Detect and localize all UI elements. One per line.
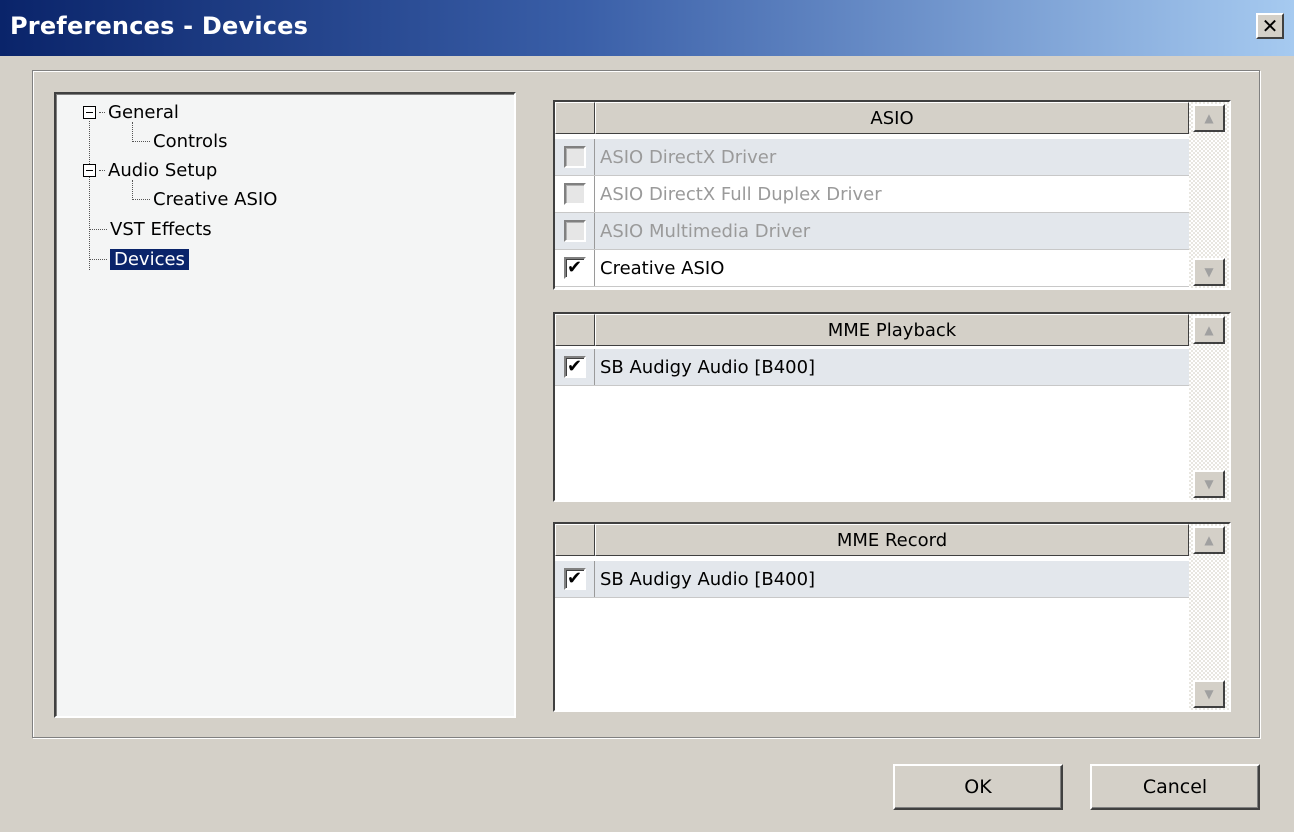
scroll-up-button[interactable]: ▲ [1193,526,1225,554]
tree-item-controls[interactable]: Controls [132,127,227,155]
device-label: ASIO DirectX Full Duplex Driver [600,183,882,205]
tree-item-label: VST Effects [110,218,212,240]
scroll-up-button[interactable]: ▲ [1193,316,1225,344]
list-row[interactable]: ✔ SB Audigy Audio [B400] [555,561,1189,598]
column-header-mme-playback[interactable]: MME Playback [595,314,1189,346]
checkmark-icon: ✔ [566,257,583,278]
list-row[interactable]: ASIO DirectX Driver [555,139,1189,176]
arrow-up-icon: ▲ [1204,111,1214,125]
arrow-down-icon: ▼ [1204,265,1214,279]
device-label: SB Audigy Audio [B400] [600,568,816,590]
list-row[interactable]: ✔ Creative ASIO [555,250,1189,287]
close-button[interactable]: ✕ [1256,13,1284,39]
close-icon: ✕ [1261,14,1279,38]
checkmark-icon: ✔ [566,356,583,377]
vertical-scrollbar[interactable]: ▲ ▼ [1189,524,1229,710]
mme-record-list: MME Record ✔ SB Audigy Audio [B400] ▲ ▼ [553,522,1231,712]
checkmark-icon: ✔ [566,568,583,589]
column-header-mme-record[interactable]: MME Record [595,524,1189,556]
mme-playback-list: MME Playback ✔ SB Audigy Audio [B400] ▲ … [553,312,1231,502]
arrow-down-icon: ▼ [1204,687,1214,701]
collapse-icon[interactable] [83,105,96,119]
scroll-down-button[interactable]: ▼ [1193,258,1225,286]
list-row[interactable]: ASIO Multimedia Driver [555,213,1189,250]
cancel-button[interactable]: Cancel [1090,764,1260,810]
device-checkbox[interactable]: ✔ [563,568,586,590]
tree-item-label: Creative ASIO [153,188,278,210]
device-checkbox[interactable]: ✔ [563,356,586,378]
scroll-down-button[interactable]: ▼ [1193,470,1225,498]
window-title: Preferences - Devices [10,12,309,40]
tree-item-label: Controls [153,130,228,152]
vertical-scrollbar[interactable]: ▲ ▼ [1189,314,1229,500]
device-checkbox[interactable] [563,146,586,168]
tree-item-audio-setup[interactable]: Audio Setup [83,156,217,184]
tree-item-label: General [108,101,179,123]
device-checkbox[interactable] [563,220,586,242]
preferences-tree: General Controls Audio Setup Creative AS… [54,92,516,718]
tree-item-devices[interactable]: Devices [89,245,189,273]
arrow-down-icon: ▼ [1204,477,1214,491]
tree-item-creative-asio[interactable]: Creative ASIO [132,185,277,213]
device-checkbox[interactable] [563,183,586,205]
list-header: MME Record [555,524,1189,556]
device-label: Creative ASIO [600,257,725,279]
tree-item-vst-effects[interactable]: VST Effects [89,215,212,243]
collapse-icon[interactable] [83,163,96,177]
scroll-down-button[interactable]: ▼ [1193,680,1225,708]
ok-button[interactable]: OK [893,764,1063,810]
device-label: ASIO DirectX Driver [600,146,777,168]
device-label: SB Audigy Audio [B400] [600,356,816,378]
tree-item-general[interactable]: General [83,98,179,126]
tree-item-label: Devices [110,248,189,270]
arrow-up-icon: ▲ [1204,533,1214,547]
list-row[interactable]: ASIO DirectX Full Duplex Driver [555,176,1189,213]
tree-item-label: Audio Setup [108,159,218,181]
list-header: MME Playback [555,314,1189,346]
scroll-up-button[interactable]: ▲ [1193,104,1225,132]
asio-device-list: ASIO ASIO DirectX Driver ASIO DirectX Fu… [553,100,1231,290]
title-bar: Preferences - Devices ✕ [0,0,1294,56]
list-header: ASIO [555,102,1189,134]
device-label: ASIO Multimedia Driver [600,220,811,242]
arrow-up-icon: ▲ [1204,323,1214,337]
column-header-asio[interactable]: ASIO [595,102,1189,134]
device-checkbox[interactable]: ✔ [563,257,586,279]
list-row[interactable]: ✔ SB Audigy Audio [B400] [555,349,1189,386]
vertical-scrollbar[interactable]: ▲ ▼ [1189,102,1229,288]
